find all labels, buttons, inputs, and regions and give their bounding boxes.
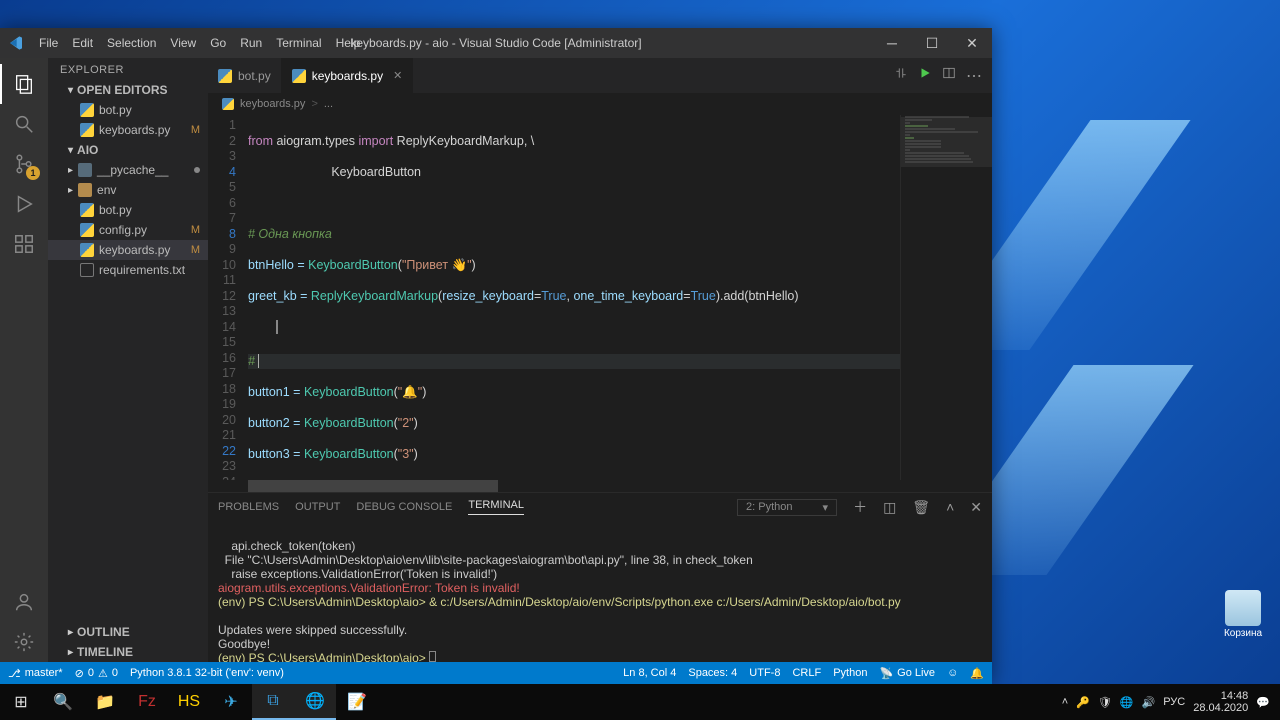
tray-language[interactable]: РУС [1163, 696, 1185, 708]
kill-terminal-icon[interactable]: 🗑 [912, 499, 930, 516]
maximize-panel-icon[interactable]: ˄ [946, 499, 954, 515]
run-icon[interactable] [918, 66, 932, 85]
system-tray[interactable]: ˄ 🔑 🛡 🌐 🔊 РУС 14:4828.04.2020 💬 [1062, 690, 1280, 714]
tray-volume-icon[interactable]: 🔊 [1142, 696, 1156, 709]
activity-search[interactable] [0, 104, 48, 144]
taskbar-explorer[interactable]: 📁 [84, 684, 126, 720]
split-terminal-icon[interactable]: ◫ [883, 499, 896, 516]
terminal-panel: PROBLEMS OUTPUT DEBUG CONSOLE TERMINAL 2… [208, 492, 992, 662]
status-bell-icon[interactable]: 🔔 [970, 667, 984, 680]
recycle-bin[interactable]: Корзина [1218, 590, 1268, 639]
breadcrumb[interactable]: keyboards.py>... [208, 93, 992, 115]
scm-badge: 1 [26, 166, 40, 180]
status-feedback-icon[interactable]: ☺ [947, 667, 958, 679]
sidebar: EXPLORER ▾OPEN EDITORS bot.py keyboards.… [48, 58, 208, 662]
taskbar-vscode[interactable]: ⧉ [252, 684, 294, 720]
tray-network-icon[interactable]: 🌐 [1120, 696, 1134, 709]
panel-output[interactable]: OUTPUT [295, 501, 340, 513]
cursor [258, 354, 259, 368]
status-python[interactable]: Python 3.8.1 32-bit ('env': venv) [130, 667, 284, 679]
vscode-logo-icon [8, 35, 24, 51]
status-problems[interactable]: ⊘0 ⚠0 [75, 667, 118, 680]
status-golive[interactable]: 📡 Go Live [879, 667, 935, 680]
horizontal-scrollbar[interactable] [208, 480, 992, 492]
menu-terminal[interactable]: Terminal [269, 36, 328, 50]
panel-terminal[interactable]: TERMINAL [468, 499, 524, 515]
close-panel-icon[interactable]: ✕ [970, 499, 982, 516]
tree-requirements[interactable]: requirements.txt [48, 260, 208, 280]
new-terminal-icon[interactable]: ＋ [853, 497, 867, 517]
outline-section[interactable]: ▸OUTLINE [48, 622, 208, 642]
project-root[interactable]: ▾AIO [48, 140, 208, 160]
terminal-dropdown[interactable]: 2: Python▾ [737, 499, 837, 516]
activity-accounts[interactable] [0, 582, 48, 622]
menu-file[interactable]: File [32, 36, 65, 50]
text-cursor-icon [276, 320, 278, 334]
taskbar-notepadpp[interactable]: 📝 [336, 684, 378, 720]
menu-run[interactable]: Run [233, 36, 269, 50]
open-editor-keyboards[interactable]: keyboards.pyM [48, 120, 208, 140]
window-title: keyboards.py - aio - Visual Studio Code … [350, 36, 641, 50]
timeline-section[interactable]: ▸TIMELINE [48, 642, 208, 662]
tab-botpy[interactable]: bot.py [208, 58, 282, 93]
panel-problems[interactable]: PROBLEMS [218, 501, 279, 513]
activity-source-control[interactable]: 1 [0, 144, 48, 184]
close-icon[interactable]: ✕ [393, 69, 402, 82]
taskbar-search[interactable]: 🔍 [42, 684, 84, 720]
menu-edit[interactable]: Edit [65, 36, 100, 50]
open-editor-botpy[interactable]: bot.py [48, 100, 208, 120]
taskbar-telegram[interactable]: ✈ [210, 684, 252, 720]
editor-group: bot.py keyboards.py✕ ⋯ keyboards.py>... … [208, 58, 992, 662]
tray-defender-icon[interactable]: 🛡 [1098, 696, 1112, 709]
taskbar-filezilla[interactable]: Fz [126, 684, 168, 720]
activity-explorer[interactable] [0, 64, 48, 104]
status-branch[interactable]: ⎇ master* [8, 667, 63, 680]
status-language[interactable]: Python [833, 667, 867, 679]
titlebar: File Edit Selection View Go Run Terminal… [0, 28, 992, 58]
tray-notifications-icon[interactable]: 💬 [1256, 696, 1270, 709]
editor-tabs: bot.py keyboards.py✕ ⋯ [208, 58, 992, 93]
open-editors-section[interactable]: ▾OPEN EDITORS [48, 80, 208, 100]
menu-go[interactable]: Go [203, 36, 233, 50]
status-encoding[interactable]: UTF-8 [749, 667, 780, 679]
activity-settings[interactable] [0, 622, 48, 662]
split-icon[interactable] [942, 66, 956, 85]
vscode-window: File Edit Selection View Go Run Terminal… [0, 28, 992, 684]
tray-keys-icon[interactable]: 🔑 [1076, 696, 1090, 709]
menu-view[interactable]: View [163, 36, 203, 50]
close-button[interactable]: ✕ [952, 28, 992, 58]
line-gutter: 123456789101112131415161718192021222324 [208, 115, 248, 480]
status-spaces[interactable]: Spaces: 4 [688, 667, 737, 679]
activity-extensions[interactable] [0, 224, 48, 264]
activity-debug[interactable] [0, 184, 48, 224]
minimize-button[interactable]: ─ [872, 28, 912, 58]
tray-clock[interactable]: 14:4828.04.2020 [1193, 690, 1248, 714]
terminal-cursor [429, 651, 436, 662]
terminal-output[interactable]: api.check_token(token) File "C:\Users\Ad… [208, 521, 992, 662]
menu-selection[interactable]: Selection [100, 36, 163, 50]
taskbar: ⊞ 🔍 📁 Fz HS ✈ ⧉ 🌐 📝 ˄ 🔑 🛡 🌐 🔊 РУС 14:482… [0, 684, 1280, 720]
panel-debug[interactable]: DEBUG CONSOLE [356, 501, 452, 513]
tree-keyboards[interactable]: keyboards.pyM [48, 240, 208, 260]
code-editor[interactable]: from aiogram.types import ReplyKeyboardM… [248, 115, 900, 480]
status-lncol[interactable]: Ln 8, Col 4 [623, 667, 676, 679]
maximize-button[interactable]: ☐ [912, 28, 952, 58]
status-bar: ⎇ master* ⊘0 ⚠0 Python 3.8.1 32-bit ('en… [0, 662, 992, 684]
start-button[interactable]: ⊞ [0, 684, 42, 720]
activity-bar: 1 [0, 58, 48, 662]
minimap[interactable] [900, 115, 992, 480]
status-eol[interactable]: CRLF [792, 667, 821, 679]
tray-chevron-icon[interactable]: ˄ [1062, 696, 1068, 708]
taskbar-chrome[interactable]: 🌐 [294, 684, 336, 720]
taskbar-heidisql[interactable]: HS [168, 684, 210, 720]
tree-pycache[interactable]: ▸__pycache__ [48, 160, 208, 180]
tree-botpy[interactable]: bot.py [48, 200, 208, 220]
tree-env[interactable]: ▸env [48, 180, 208, 200]
compare-icon[interactable] [894, 66, 908, 85]
tab-keyboards[interactable]: keyboards.py✕ [282, 58, 414, 93]
more-icon[interactable]: ⋯ [966, 66, 982, 86]
menubar: File Edit Selection View Go Run Terminal… [32, 36, 367, 50]
tree-config[interactable]: config.pyM [48, 220, 208, 240]
sidebar-title: EXPLORER [48, 58, 208, 80]
